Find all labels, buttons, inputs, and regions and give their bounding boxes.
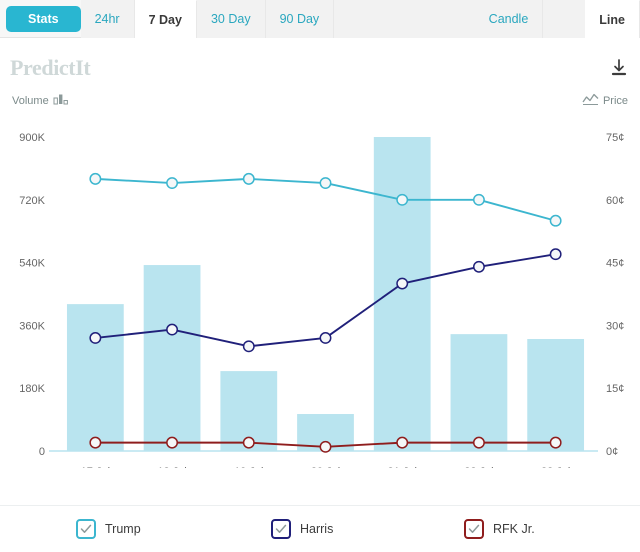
tab-stats[interactable]: Stats	[6, 6, 81, 32]
legend-item-trump[interactable]: Trump	[76, 519, 141, 539]
legend-label-rfk-jr: RFK Jr.	[493, 522, 535, 536]
tab-candle[interactable]: Candle	[475, 0, 544, 38]
data-point-harris[interactable]	[397, 278, 407, 288]
data-point-rfk-jr-[interactable]	[550, 437, 560, 447]
bar-chart-icon	[53, 93, 69, 109]
legend-item-harris[interactable]: Harris	[271, 519, 333, 539]
data-point-harris[interactable]	[244, 341, 254, 351]
price-axis-label-text: Price	[603, 95, 628, 107]
x-axis-tick: 21 Jul	[388, 466, 417, 468]
volume-bar	[67, 304, 124, 451]
y-axis-tick-left: 540K	[19, 258, 45, 270]
data-point-trump[interactable]	[397, 195, 407, 205]
legend-checkbox-rfk-jr[interactable]	[464, 519, 484, 539]
legend-checkbox-trump[interactable]	[76, 519, 96, 539]
y-axis-tick-right: 0¢	[606, 446, 618, 458]
tab-24hr[interactable]: 24hr	[81, 0, 135, 38]
x-axis-tick: 20 Jul	[311, 466, 340, 468]
tab-30-day[interactable]: 30 Day	[197, 0, 266, 38]
volume-bar	[527, 339, 584, 451]
y-axis-tick-right: 45¢	[606, 258, 624, 270]
legend-label-harris: Harris	[300, 522, 333, 536]
data-point-trump[interactable]	[90, 174, 100, 184]
y-axis-tick-right: 30¢	[606, 320, 624, 332]
legend-checkbox-harris[interactable]	[271, 519, 291, 539]
tab-90-day[interactable]: 90 Day	[266, 0, 335, 38]
predictit-stats-panel: Stats 24hr 7 Day 30 Day 90 Day Candle Li…	[0, 0, 640, 552]
data-point-rfk-jr-[interactable]	[474, 437, 484, 447]
data-point-rfk-jr-[interactable]	[244, 437, 254, 447]
tab-bar-spacer	[334, 0, 474, 38]
data-point-rfk-jr-[interactable]	[167, 437, 177, 447]
price-axis-label: Price	[582, 93, 628, 109]
y-axis-tick-right: 15¢	[606, 383, 624, 395]
data-point-trump[interactable]	[244, 174, 254, 184]
tab-line[interactable]: Line	[585, 0, 640, 38]
volume-bar	[374, 137, 431, 451]
volume-bar	[451, 334, 508, 451]
download-icon[interactable]	[610, 58, 628, 78]
x-axis-tick: 18 Jul	[157, 466, 186, 468]
data-point-trump[interactable]	[167, 178, 177, 188]
data-point-harris[interactable]	[320, 333, 330, 343]
volume-axis-label-text: Volume	[12, 95, 49, 107]
data-point-rfk-jr-[interactable]	[397, 437, 407, 447]
y-axis-tick-left: 360K	[19, 320, 45, 332]
data-point-trump[interactable]	[474, 195, 484, 205]
chart-area: 900K 720K 540K 360K 180K 0 75¢ 60¢ 45¢ 30¢ 15¢ 0¢ 17…	[0, 118, 640, 468]
legend-label-trump: Trump	[105, 522, 141, 536]
data-point-harris[interactable]	[474, 262, 484, 272]
y-axis-tick-left: 180K	[19, 383, 45, 395]
predictit-watermark: PredictIt	[10, 55, 90, 81]
data-point-trump[interactable]	[550, 216, 560, 226]
data-point-trump[interactable]	[320, 178, 330, 188]
y-axis-tick-left: 900K	[19, 132, 45, 144]
y-axis-tick-right: 60¢	[606, 195, 624, 207]
volume-axis-label: Volume	[12, 93, 69, 109]
data-point-rfk-jr-[interactable]	[320, 442, 330, 452]
data-point-rfk-jr-[interactable]	[90, 437, 100, 447]
y-axis-tick-left: 720K	[19, 195, 45, 207]
chart-legend: Trump Harris RFK Jr.	[0, 505, 640, 552]
y-axis-tick-left: 0	[39, 446, 45, 458]
data-point-harris[interactable]	[90, 333, 100, 343]
legend-item-rfk-jr[interactable]: RFK Jr.	[464, 519, 535, 539]
x-axis-tick: 17 Jul	[81, 466, 110, 468]
volume-bar	[144, 265, 201, 451]
volume-price-chart: 900K 720K 540K 360K 180K 0 75¢ 60¢ 45¢ 30¢ 15¢ 0¢ 17…	[0, 118, 640, 468]
x-axis-tick: 23 Jul	[541, 466, 570, 468]
tab-7-day[interactable]: 7 Day	[135, 0, 197, 38]
y-axis-tick-right: 75¢	[606, 132, 624, 144]
line-chart-icon	[582, 93, 599, 109]
x-axis-tick: 19 Jul	[234, 466, 263, 468]
data-point-harris[interactable]	[550, 249, 560, 259]
tab-bar: Stats 24hr 7 Day 30 Day 90 Day Candle Li…	[0, 0, 640, 38]
data-point-harris[interactable]	[167, 324, 177, 334]
x-axis-tick: 22 Jul	[464, 466, 493, 468]
tab-bar-spacer-2	[543, 0, 585, 38]
